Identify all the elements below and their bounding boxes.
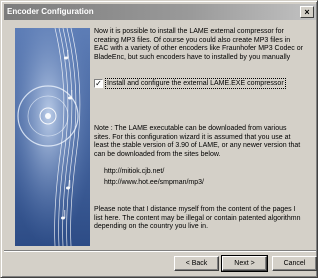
cancel-button[interactable]: Cancel <box>272 256 317 271</box>
intro-paragraph: Now it is possible to install the LAME e… <box>94 28 303 61</box>
install-lame-checkbox-row[interactable]: ✓ Install and configure the external LAM… <box>94 78 286 89</box>
link-mitiok[interactable]: http://mitiok.cjb.net/ <box>104 168 314 177</box>
next-button[interactable]: Next > <box>221 255 268 272</box>
disclaimer-paragraph: Please note that I distance myself from … <box>94 206 301 230</box>
encoder-config-window: Encoder Configuration × Now it is possib… <box>0 0 318 278</box>
back-button[interactable]: < Back <box>174 256 219 271</box>
window-title: Encoder Configuration <box>7 7 94 16</box>
close-icon: × <box>304 7 310 17</box>
close-button[interactable]: × <box>300 6 314 18</box>
title-bar: Encoder Configuration × <box>4 4 316 20</box>
install-lame-checkbox-label[interactable]: Install and configure the external LAME.… <box>105 78 286 89</box>
install-lame-checkbox[interactable]: ✓ <box>94 79 103 88</box>
checkmark-icon: ✓ <box>95 79 102 88</box>
button-separator <box>4 250 316 252</box>
link-hot-ee[interactable]: http://www.hot.ee/smpman/mp3/ <box>104 179 314 188</box>
note-paragraph: Note : The LAME executable can be downlo… <box>94 125 301 158</box>
wizard-content: Now it is possible to install the LAME e… <box>15 28 305 246</box>
music-cd-staff-graphic-icon <box>15 28 90 246</box>
